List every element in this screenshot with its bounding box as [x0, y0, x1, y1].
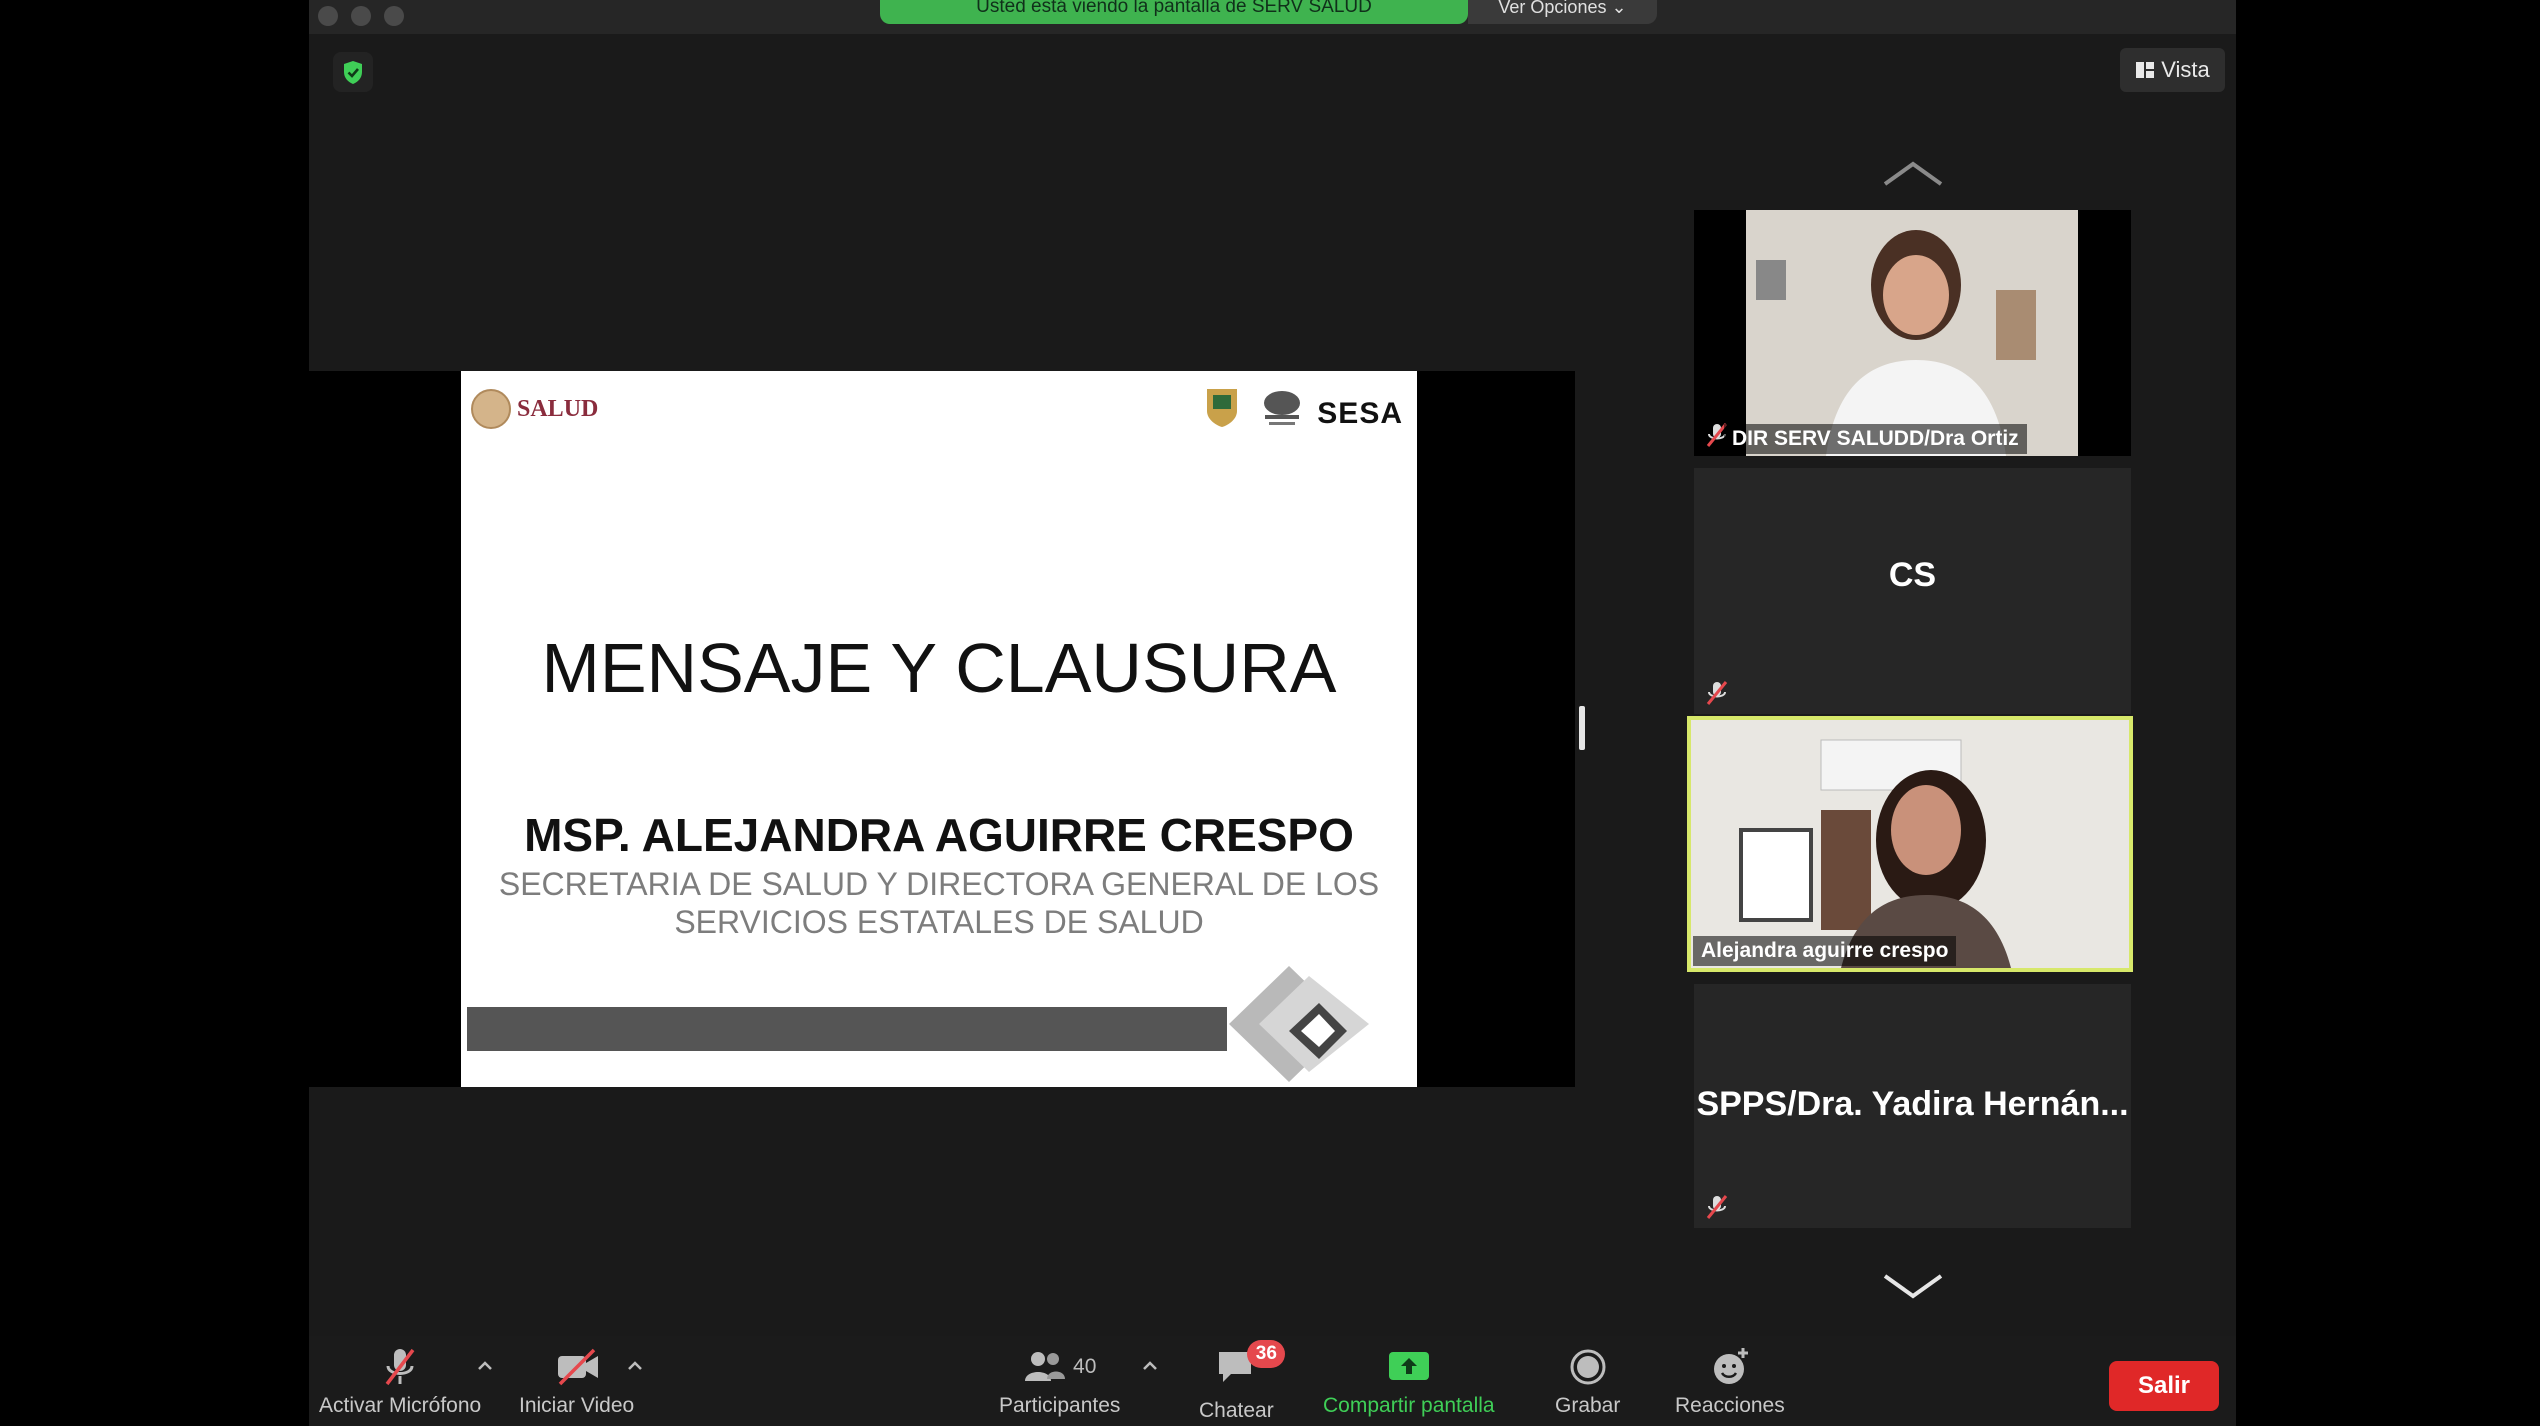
- participant-tile[interactable]: CS: [1694, 468, 2131, 714]
- zoom-window: Usted está viendo la pantalla de SERV SA…: [309, 0, 2236, 1426]
- unmute-button[interactable]: Activar Micrófono: [319, 1344, 481, 1418]
- start-video-label: Iniciar Video: [519, 1394, 635, 1417]
- slide-speaker-role: SECRETARIA DE SALUD Y DIRECTORA GENERAL …: [481, 865, 1397, 941]
- record-label: Grabar: [1555, 1394, 1621, 1417]
- institution-logos: SESA: [1197, 385, 1403, 431]
- share-screen-button[interactable]: Compartir pantalla: [1323, 1344, 1495, 1418]
- scroll-up-icon[interactable]: [1881, 158, 1945, 188]
- leave-meeting-label: Salir: [2137, 1372, 2191, 1399]
- close-window-button[interactable]: [318, 6, 338, 26]
- share-screen-icon: [1388, 1352, 1429, 1380]
- decorative-diamond-graphic: [1229, 966, 1369, 1082]
- start-video-button[interactable]: Iniciar Video: [519, 1344, 634, 1418]
- reactions-button[interactable]: Reacciones: [1675, 1344, 1785, 1418]
- record-icon: [1570, 1349, 1606, 1385]
- banner-text: Usted está viendo la pantalla de SERV SA…: [976, 0, 1372, 17]
- chat-icon-wrap: 36: [1211, 1340, 1286, 1395]
- participant-name: DIR SERV SALUDD/Dra Ortiz: [1724, 424, 2027, 454]
- chat-unread-badge: 36: [1247, 1340, 1286, 1368]
- seal-icon: [471, 389, 511, 429]
- minimize-window-button[interactable]: [351, 6, 371, 26]
- audio-options-caret-icon[interactable]: [475, 1356, 495, 1376]
- unmute-label: Activar Micrófono: [319, 1394, 482, 1417]
- emblem-icon: [1264, 391, 1301, 425]
- salud-logo: SALUD: [471, 389, 598, 429]
- view-options-button[interactable]: Ver Opciones ⌄: [1468, 0, 1657, 24]
- chat-label: Chatear: [1199, 1399, 1274, 1422]
- slide-title: MENSAJE Y CLAUSURA: [541, 629, 1337, 707]
- meeting-toolbar: Activar Micrófono Iniciar Video 40 Parti…: [309, 1336, 2236, 1426]
- muted-mic-icon: [1706, 1195, 1728, 1219]
- security-shield-button[interactable]: [333, 52, 373, 92]
- shield-icon: [344, 61, 362, 84]
- participants-label: Participantes: [999, 1394, 1121, 1417]
- viewing-screen-banner: Usted está viendo la pantalla de SERV SA…: [880, 0, 1468, 24]
- sesa-logo-text: SESA: [1317, 397, 1403, 430]
- view-options-label: Ver Opciones: [1498, 0, 1607, 17]
- title-bar: Usted está viendo la pantalla de SERV SA…: [309, 0, 2236, 34]
- muted-microphone-icon: [385, 1348, 415, 1386]
- chat-button[interactable]: 36 Chatear: [1199, 1340, 1286, 1423]
- view-label: Vista: [2161, 57, 2210, 82]
- participant-initials: CS: [1888, 556, 1937, 594]
- shared-screen: SALUD SESA MENSAJE Y CLAUSURA MSP. ALEJA…: [309, 371, 1575, 1087]
- slide-footer-bar: [467, 1007, 1227, 1051]
- view-button[interactable]: Vista: [2120, 48, 2225, 92]
- participants-icon: [1025, 1352, 1066, 1381]
- leave-meeting-button[interactable]: Salir: [2109, 1361, 2219, 1411]
- video-options-caret-icon[interactable]: [625, 1356, 645, 1376]
- salud-logo-text: SALUD: [517, 395, 599, 422]
- participant-video: [1691, 720, 2129, 968]
- slide-role-line-1: SECRETARIA DE SALUD Y DIRECTORA GENERAL …: [498, 866, 1380, 902]
- record-button[interactable]: Grabar: [1555, 1344, 1620, 1418]
- slide-speaker-name: MSP. ALEJANDRA AGUIRRE CRESPO: [524, 809, 1354, 861]
- participant-name: SPPS/Dra. Yadira Hernán...: [1696, 1085, 2129, 1123]
- state-crest-icon: [1207, 389, 1238, 427]
- participants-options-caret-icon[interactable]: [1140, 1356, 1160, 1376]
- panel-resize-handle[interactable]: [1579, 706, 1585, 750]
- smiley-plus-icon: [1713, 1348, 1748, 1384]
- slide-role-line-2: SERVICIOS ESTATALES DE SALUD: [674, 904, 1204, 940]
- participant-tile[interactable]: SPPS/Dra. Yadira Hernán...: [1694, 984, 2131, 1228]
- share-screen-label: Compartir pantalla: [1323, 1394, 1495, 1417]
- grid-view-icon: [2136, 62, 2155, 78]
- participants-count: 40: [1073, 1355, 1097, 1378]
- participant-video: [1746, 210, 2078, 456]
- presentation-slide: SALUD SESA MENSAJE Y CLAUSURA MSP. ALEJA…: [461, 371, 1417, 1087]
- muted-mic-icon: [1706, 681, 1728, 705]
- scroll-down-icon[interactable]: [1881, 1272, 1945, 1302]
- participant-tile[interactable]: DIR SERV SALUDD/Dra Ortiz: [1694, 210, 2131, 456]
- participants-button[interactable]: 40 Participantes: [999, 1344, 1120, 1418]
- participants-icon-group: 40: [1023, 1344, 1096, 1390]
- chevron-down-icon: ⌄: [1611, 0, 1627, 17]
- video-off-icon: [557, 1348, 598, 1386]
- participant-name: Alejandra aguirre crespo: [1693, 936, 1957, 966]
- reactions-label: Reacciones: [1675, 1394, 1785, 1417]
- active-speaker-tile[interactable]: Alejandra aguirre crespo: [1687, 716, 2133, 972]
- maximize-window-button[interactable]: [384, 6, 404, 26]
